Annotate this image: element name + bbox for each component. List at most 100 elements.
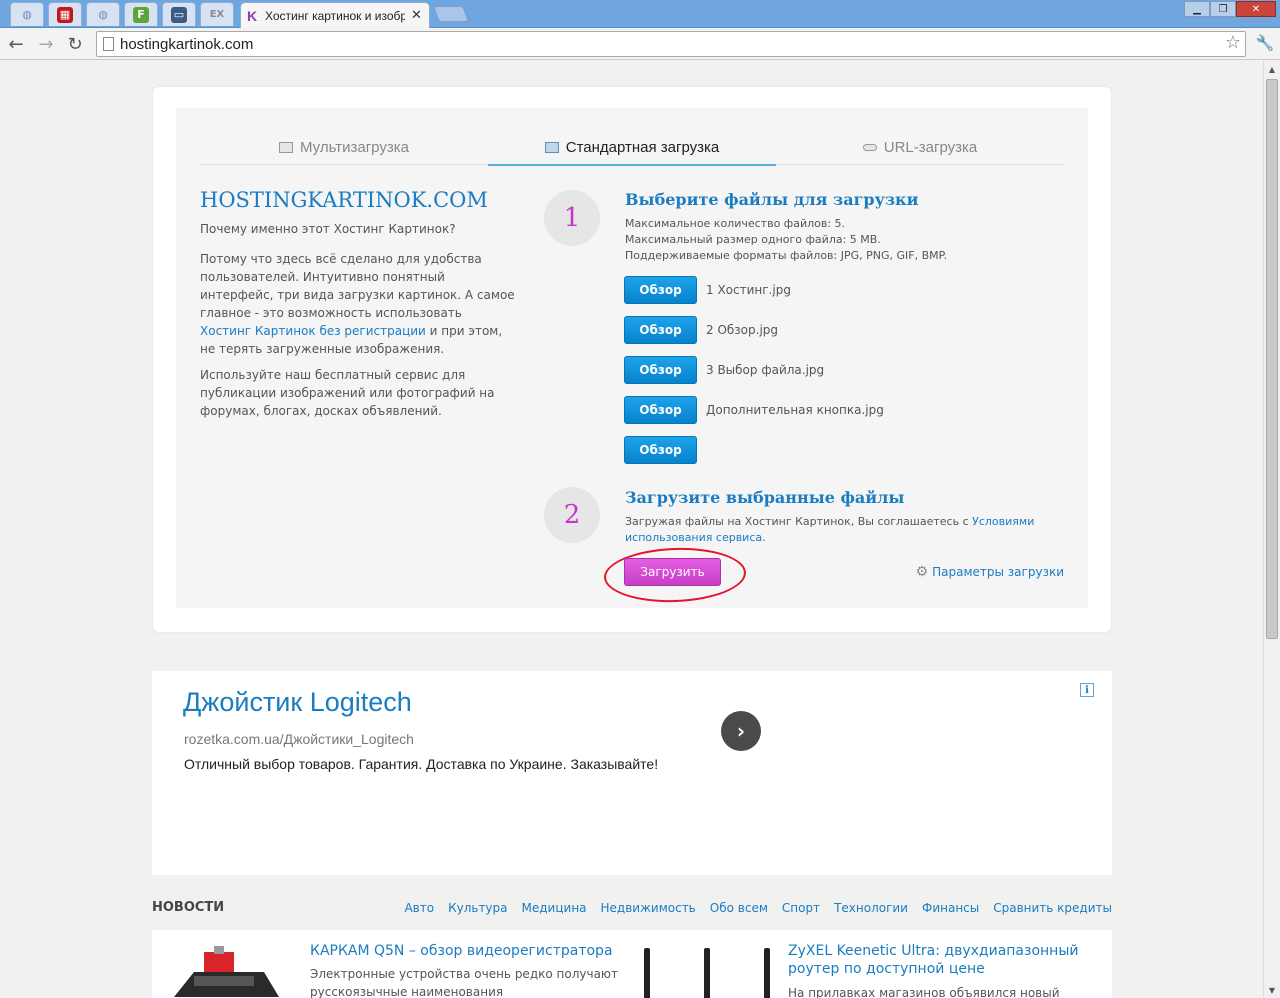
scroll-down-arrow-icon[interactable]: ▼ bbox=[1264, 982, 1280, 998]
pinned-tab[interactable]: ▦ bbox=[48, 2, 82, 26]
tab-label: Мультизагрузка bbox=[300, 139, 409, 156]
back-arrow-icon[interactable]: ← bbox=[4, 32, 28, 56]
ex-icon: EX bbox=[209, 9, 225, 20]
scroll-thumb[interactable] bbox=[1266, 79, 1278, 639]
browse-button[interactable]: Обзор bbox=[624, 396, 697, 424]
limit-line: Максимальное количество файлов: 5. bbox=[625, 217, 846, 230]
address-bar[interactable]: hostingkartinok.com ☆ bbox=[96, 31, 1246, 57]
active-tab-title: Хостинг картинок и изобра bbox=[265, 8, 405, 23]
dashcam-image[interactable] bbox=[164, 942, 282, 998]
site-brand: HOSTINGKARTINOK.COM bbox=[200, 188, 488, 212]
ad-title[interactable]: Джойстик Logitech bbox=[183, 687, 412, 718]
file-row: Обзор 3 Выбор файла.jpg bbox=[624, 356, 824, 384]
why-heading: Почему именно этот Хостинг Картинок? bbox=[200, 222, 456, 236]
news-category-link[interactable]: Культура bbox=[448, 901, 507, 915]
forward-arrow-icon[interactable]: → bbox=[34, 32, 58, 56]
file-name: 1 Хостинг.jpg bbox=[706, 283, 791, 297]
news-category-link[interactable]: Недвижимость bbox=[601, 901, 696, 915]
step2-title: Загрузите выбранные файлы bbox=[625, 488, 905, 507]
file-name: Дополнительная кнопка.jpg bbox=[706, 403, 884, 417]
upload-panel: Мультизагрузка Стандартная загрузка URL-… bbox=[176, 108, 1088, 608]
terms-notice: Загружая файлы на Хостинг Картинок, Вы с… bbox=[625, 514, 1045, 546]
file-row: Обзор bbox=[624, 436, 706, 464]
ad-text: Отличный выбор товаров. Гарантия. Достав… bbox=[184, 756, 659, 772]
news-category-link[interactable]: Сравнить кредиты bbox=[993, 901, 1112, 915]
pinned-tab[interactable]: EX bbox=[200, 2, 234, 26]
news-category-link[interactable]: Спорт bbox=[782, 901, 820, 915]
pinned-tab[interactable]: ◍ bbox=[10, 2, 44, 26]
news-category-link[interactable]: Финансы bbox=[922, 901, 979, 915]
scroll-up-arrow-icon[interactable]: ▲ bbox=[1264, 61, 1280, 77]
news-description: Электронные устройства очень редко получ… bbox=[310, 967, 619, 998]
news-categories: Авто Культура Медицина Недвижимость Обо … bbox=[390, 901, 1112, 915]
step-number-badge: 1 bbox=[544, 190, 600, 246]
k-logo-icon: K bbox=[247, 7, 258, 24]
terms-text: Загружая файлы на Хостинг Картинок, Вы с… bbox=[625, 515, 973, 528]
news-category-link[interactable]: Медицина bbox=[522, 901, 587, 915]
reload-icon[interactable]: ↻ bbox=[63, 32, 87, 56]
browse-button[interactable]: Обзор bbox=[624, 436, 697, 464]
close-tab-icon[interactable]: ✕ bbox=[411, 8, 422, 23]
browse-button[interactable]: Обзор bbox=[624, 276, 697, 304]
active-tab[interactable]: K Хостинг картинок и изобра ✕ bbox=[240, 2, 430, 28]
wrench-menu-icon[interactable]: 🔧 bbox=[1255, 33, 1275, 53]
tab-standard-upload[interactable]: Стандартная загрузка bbox=[488, 130, 776, 166]
browser-tab-bar: ◍ ▦ ◍ F ▭ EX K Хостинг картинок и изобра… bbox=[0, 0, 1280, 28]
news-category-link[interactable]: Технологии bbox=[834, 901, 908, 915]
tab-multi-upload[interactable]: Мультизагрузка bbox=[200, 130, 488, 165]
tab-label: URL-загрузка bbox=[883, 139, 978, 156]
settings-label: Параметры загрузки bbox=[932, 565, 1064, 579]
step-number-badge: 2 bbox=[544, 487, 600, 543]
bookmark-star-icon[interactable]: ☆ bbox=[1225, 32, 1241, 53]
minimize-button[interactable]: ▁ bbox=[1184, 1, 1210, 17]
green-f-icon: F bbox=[133, 6, 149, 23]
file-name: 2 Обзор.jpg bbox=[706, 323, 779, 337]
tab-url-upload[interactable]: URL-загрузка bbox=[776, 130, 1064, 165]
news-title-link[interactable]: КАРКАМ Q5N – обзор видеорегистратора bbox=[310, 942, 620, 960]
terms-text: . bbox=[762, 531, 766, 544]
upload-settings-link[interactable]: ⚙ Параметры загрузки bbox=[916, 564, 1064, 580]
pinned-tab[interactable]: ▭ bbox=[162, 2, 196, 26]
ad-url[interactable]: rozetka.com.ua/Джойстики_Logitech bbox=[184, 731, 414, 747]
news-category-link[interactable]: Обо всем bbox=[710, 901, 768, 915]
chevron-right-icon[interactable]: › bbox=[721, 711, 761, 751]
para-text: Потому что здесь всё сделано для удобств… bbox=[200, 252, 515, 320]
vertical-scrollbar[interactable]: ▲ ▼ bbox=[1263, 61, 1280, 998]
browser-toolbar: ← → ↻ hostingkartinok.com ☆ 🔧 bbox=[0, 28, 1280, 60]
news-list: КАРКАМ Q5N – обзор видеорегистратора Эле… bbox=[152, 930, 1112, 998]
router-antennas-image[interactable] bbox=[638, 948, 778, 998]
pinned-tab[interactable]: ◍ bbox=[86, 2, 120, 26]
file-row: Обзор 2 Обзор.jpg bbox=[624, 316, 778, 344]
gear-icon: ⚙ bbox=[915, 564, 929, 580]
tab-label: Стандартная загрузка bbox=[565, 138, 720, 156]
pinned-tab[interactable]: F bbox=[124, 2, 158, 26]
red-square-icon: ▦ bbox=[57, 6, 73, 23]
no-registration-link[interactable]: Хостинг Картинок без регистрации bbox=[200, 324, 426, 338]
upload-card: Мультизагрузка Стандартная загрузка URL-… bbox=[153, 87, 1111, 632]
blue-circle-icon: ◍ bbox=[98, 8, 108, 21]
step1-title: Выберите файлы для загрузки bbox=[625, 190, 919, 209]
link-icon bbox=[862, 144, 877, 151]
info-icon[interactable]: i bbox=[1080, 683, 1094, 697]
step1-limits: Максимальное количество файлов: 5. Макси… bbox=[625, 216, 947, 264]
browse-button[interactable]: Обзор bbox=[624, 356, 697, 384]
service-paragraph: Используйте наш бесплатный сервис для пу… bbox=[200, 368, 495, 418]
url-text: hostingkartinok.com bbox=[120, 36, 254, 53]
new-tab-button[interactable] bbox=[433, 6, 469, 22]
news-title-link[interactable]: ZyXEL Keenetic Ultra: двухдиапазонный ро… bbox=[788, 942, 1098, 978]
page-icon bbox=[103, 37, 114, 51]
window-close-button[interactable]: ✕ bbox=[1236, 1, 1276, 17]
ad-block[interactable]: Джойстик Logitech rozetka.com.ua/Джойсти… bbox=[152, 671, 1112, 875]
blue-circle-icon: ◍ bbox=[22, 8, 32, 21]
limit-line: Максимальный размер одного файла: 5 MB. bbox=[625, 233, 881, 246]
file-row: Обзор Дополнительная кнопка.jpg bbox=[624, 396, 884, 424]
browse-button[interactable]: Обзор bbox=[624, 316, 697, 344]
limit-line: Поддерживаемые форматы файлов: JPG, PNG,… bbox=[625, 249, 948, 262]
upload-button[interactable]: Загрузить bbox=[624, 558, 721, 586]
about-column: HOSTINGKARTINOK.COM Почему именно этот Х… bbox=[200, 188, 515, 428]
file-row: Обзор 1 Хостинг.jpg bbox=[624, 276, 791, 304]
news-category-link[interactable]: Авто bbox=[404, 901, 434, 915]
file-name: 3 Выбор файла.jpg bbox=[706, 363, 825, 377]
restore-button[interactable]: ❐ bbox=[1210, 1, 1236, 17]
image-icon bbox=[544, 141, 559, 153]
